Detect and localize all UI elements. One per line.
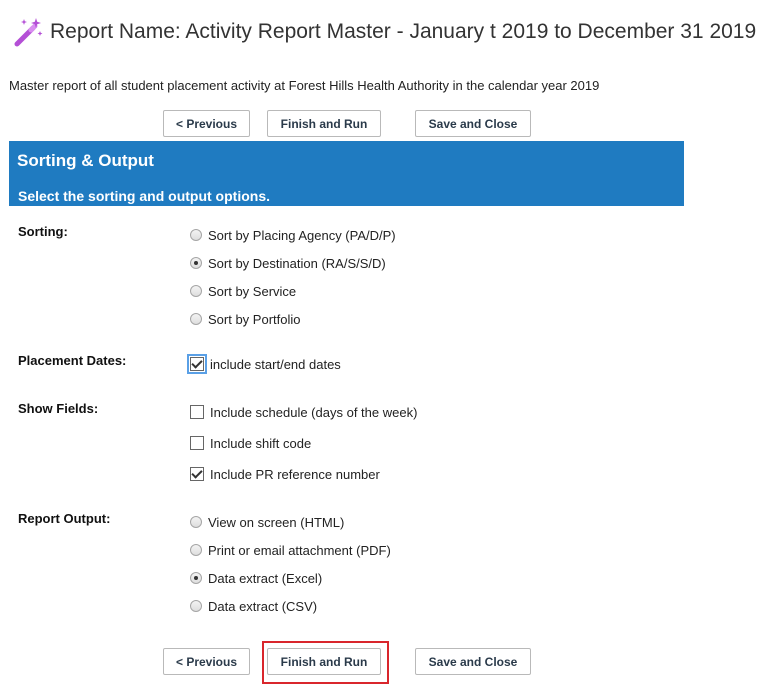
page-title: Report Name: Activity Report Master - Ja…: [50, 20, 757, 43]
section-subtitle: Select the sorting and output options.: [18, 188, 270, 204]
option-label: Sort by Portfolio: [208, 311, 301, 327]
save-close-button-bottom[interactable]: Save and Close: [415, 648, 531, 675]
option-label: Include shift code: [210, 435, 312, 451]
option-label: Data extract (CSV): [208, 598, 318, 614]
checkbox[interactable]: [190, 436, 204, 450]
radio-button[interactable]: [190, 229, 202, 241]
report-output-label: Report Output:: [18, 511, 111, 526]
option-label: include start/end dates: [210, 356, 341, 372]
radio-button[interactable]: [190, 600, 202, 612]
radio-button-selected[interactable]: [190, 572, 202, 584]
radio-button[interactable]: [190, 544, 202, 556]
output-option-html[interactable]: View on screen (HTML): [190, 512, 344, 532]
sort-option-placing-agency[interactable]: Sort by Placing Agency (PA/D/P): [190, 225, 396, 245]
checkbox-checked[interactable]: [187, 354, 207, 374]
placement-dates-label: Placement Dates:: [18, 353, 127, 368]
magic-wand-icon: [14, 18, 43, 47]
include-shift-code-option[interactable]: Include shift code: [190, 433, 311, 453]
output-option-csv[interactable]: Data extract (CSV): [190, 596, 317, 616]
finish-run-button-top[interactable]: Finish and Run: [267, 110, 381, 137]
option-label: Sort by Destination (RA/S/S/D): [208, 255, 386, 271]
option-label: Sort by Service: [208, 283, 297, 299]
checkbox-checked[interactable]: [190, 467, 204, 481]
output-option-excel[interactable]: Data extract (Excel): [190, 568, 322, 588]
output-option-pdf[interactable]: Print or email attachment (PDF): [190, 540, 391, 560]
include-schedule-option[interactable]: Include schedule (days of the week): [190, 402, 417, 422]
finish-run-button-bottom[interactable]: Finish and Run: [267, 648, 381, 675]
radio-button-selected[interactable]: [190, 257, 202, 269]
previous-button-bottom[interactable]: < Previous: [163, 648, 250, 675]
report-header: Report Name: Activity Report Master - Ja…: [12, 14, 756, 50]
radio-button[interactable]: [190, 285, 202, 297]
save-close-button-top[interactable]: Save and Close: [415, 110, 531, 137]
option-label: Include schedule (days of the week): [210, 404, 418, 420]
option-label: Include PR reference number: [210, 466, 380, 482]
option-label: View on screen (HTML): [208, 514, 345, 530]
report-description: Master report of all student placement a…: [9, 78, 600, 93]
radio-button[interactable]: [190, 313, 202, 325]
option-label: Print or email attachment (PDF): [208, 542, 391, 558]
option-label: Sort by Placing Agency (PA/D/P): [208, 227, 396, 243]
sorting-label: Sorting:: [18, 224, 68, 239]
show-fields-label: Show Fields:: [18, 401, 99, 416]
option-label: Data extract (Excel): [208, 570, 323, 586]
section-title: Sorting & Output: [17, 151, 154, 170]
include-pr-reference-option[interactable]: Include PR reference number: [190, 464, 380, 484]
sort-option-portfolio[interactable]: Sort by Portfolio: [190, 309, 301, 329]
include-dates-option[interactable]: include start/end dates: [187, 354, 341, 374]
sort-option-destination[interactable]: Sort by Destination (RA/S/S/D): [190, 253, 386, 273]
checkbox[interactable]: [190, 405, 204, 419]
previous-button-top[interactable]: < Previous: [163, 110, 250, 137]
sort-option-service[interactable]: Sort by Service: [190, 281, 296, 301]
section-header: Sorting & Output Select the sorting and …: [9, 141, 684, 206]
radio-button[interactable]: [190, 516, 202, 528]
